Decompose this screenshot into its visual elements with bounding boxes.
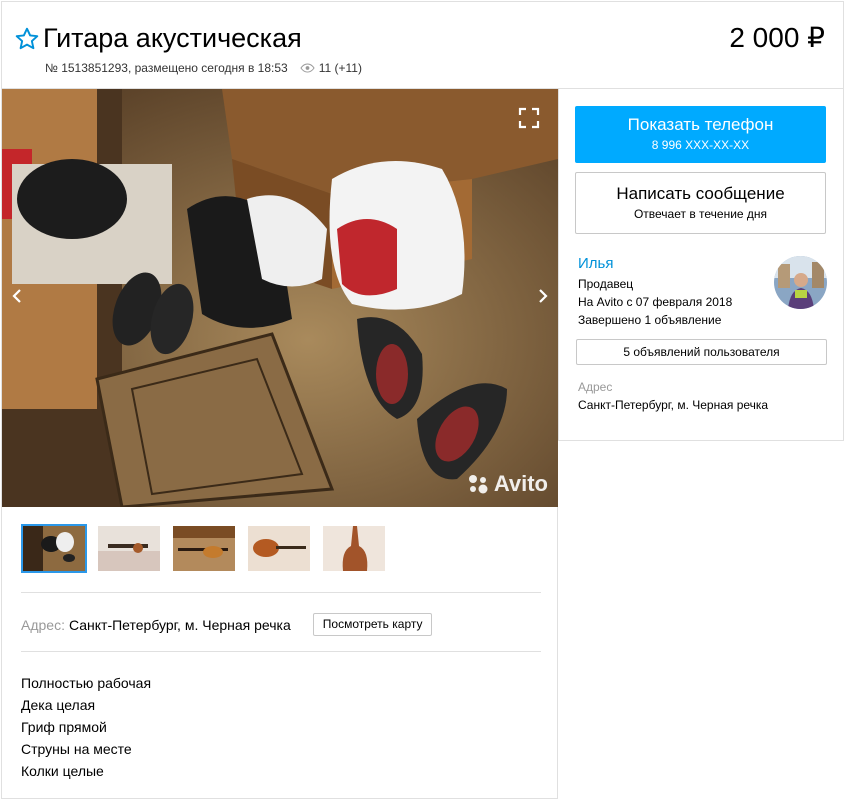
fullscreen-icon[interactable] — [518, 107, 540, 129]
write-message-label: Написать сообщение — [616, 184, 785, 203]
description-line: Колки целые — [21, 763, 104, 779]
listing-price: 2 000 ₽ — [729, 22, 825, 53]
thumbnail[interactable] — [171, 524, 237, 573]
view-map-button[interactable]: Посмотреть карту — [312, 613, 433, 636]
listing-header: Гитара акустическая 2 000 ₽ № 1513851293… — [1, 1, 844, 89]
description-line: Дека целая — [21, 697, 96, 713]
description-line: Струны на месте — [21, 741, 132, 757]
chevron-left-icon[interactable] — [10, 287, 24, 305]
user-ads-button[interactable]: 5 объявлений пользователя — [576, 339, 827, 365]
show-phone-label: Показать телефон — [627, 115, 774, 134]
divider — [21, 592, 541, 593]
chevron-right-icon[interactable] — [536, 287, 550, 305]
thumbnail[interactable] — [96, 524, 162, 573]
address-value: Санкт-Петербург, м. Черная речка — [68, 616, 291, 633]
divider — [21, 651, 541, 652]
address-label: Адрес: — [21, 616, 65, 633]
star-outline-icon[interactable] — [14, 26, 40, 52]
thumbnail[interactable] — [246, 524, 312, 573]
main-photo[interactable]: Avito — [2, 89, 558, 507]
listing-number-posted: № 1513851293, размещено сегодня в 18:53 — [45, 61, 288, 75]
address-row: Адрес: Санкт-Петербург, м. Черная речка … — [21, 613, 433, 636]
description-line: Гриф прямой — [21, 719, 107, 735]
seller-sidebar: Показать телефон 8 996 XXX-XX-XX Написат… — [558, 89, 844, 441]
show-phone-button[interactable]: Показать телефон 8 996 XXX-XX-XX — [575, 106, 826, 163]
thumbnail[interactable] — [21, 524, 87, 573]
photo-scene — [2, 89, 558, 507]
seller-role: Продавец — [578, 277, 634, 291]
seller-completed: Завершено 1 объявление — [578, 313, 722, 327]
thumbnail-strip — [21, 524, 396, 573]
seller-info: Продавец На Avito с 07 февраля 2018 Заве… — [578, 275, 732, 329]
description: Полностью рабочая Дека целая Гриф прямой… — [21, 672, 151, 782]
seller-name-link[interactable]: Илья — [578, 255, 613, 272]
views-count: 11 (+11) — [318, 61, 362, 75]
eye-icon — [300, 63, 315, 73]
listing-title: Гитара акустическая — [43, 23, 302, 53]
write-message-button[interactable]: Написать сообщение Отвечает в течение дн… — [575, 172, 826, 234]
sidebar-address-value: Санкт-Петербург, м. Черная речка — [578, 398, 769, 412]
phone-masked: 8 996 XXX-XX-XX — [651, 138, 750, 152]
watermark-text: Avito — [493, 471, 548, 496]
seller-since: На Avito с 07 февраля 2018 — [578, 295, 733, 309]
thumbnail[interactable] — [321, 524, 387, 573]
avito-watermark: Avito — [466, 471, 548, 497]
sidebar-address-label: Адрес — [578, 380, 613, 394]
avito-logo-icon — [468, 475, 488, 494]
listing-main: Avito Адрес: Санкт-Петербург, м. Черная … — [1, 89, 558, 799]
avatar[interactable] — [774, 256, 827, 309]
response-time: Отвечает в течение дня — [633, 207, 768, 221]
listing-meta: № 1513851293, размещено сегодня в 18:53 … — [45, 60, 362, 76]
description-line: Полностью рабочая — [21, 675, 152, 691]
